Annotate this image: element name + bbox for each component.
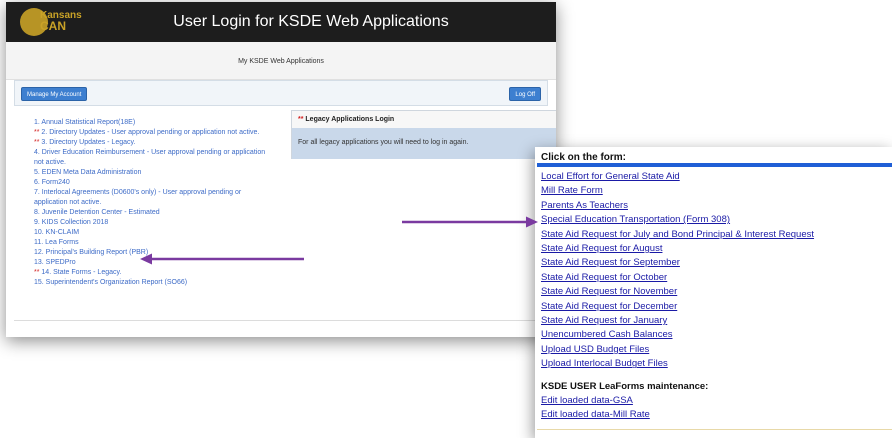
app-link[interactable]: 6. Form240 bbox=[34, 179, 70, 186]
form-link[interactable]: State Aid Request for September bbox=[541, 256, 892, 270]
app-link[interactable]: 7. Interlocal Agreements (D0600's only) … bbox=[34, 189, 241, 206]
app-link[interactable]: 9. KIDS Collection 2018 bbox=[34, 219, 108, 226]
app-link[interactable]: 12. Principal's Building Report (PBR) bbox=[34, 249, 148, 256]
form-link[interactable]: Unencumbered Cash Balances bbox=[541, 328, 892, 342]
maintenance-link-list: Edit loaded data-GSA Edit loaded data-Mil… bbox=[535, 394, 892, 423]
forms-heading: Click on the form: bbox=[541, 152, 627, 163]
ksde-login-window: Kansans CAN User Login for KSDE Web Appl… bbox=[6, 2, 556, 337]
app-list-item[interactable]: 4. Driver Education Reimbursement - User… bbox=[34, 148, 274, 168]
bottom-rule bbox=[537, 429, 892, 430]
forms-link-list: Local Effort for General State Aid Mill R… bbox=[535, 170, 892, 372]
form-link[interactable]: State Aid Request for January bbox=[541, 314, 892, 328]
app-link[interactable]: 2. Directory Updates - User approval pen… bbox=[41, 129, 259, 136]
app-link[interactable]: 14. State Forms - Legacy. bbox=[41, 269, 121, 276]
app-list-item[interactable]: 12. Principal's Building Report (PBR) bbox=[34, 248, 274, 258]
app-list-item[interactable]: 11. Lea Forms bbox=[34, 238, 274, 248]
account-action-bar: Manage My Account Log Off bbox=[14, 80, 548, 106]
form-link[interactable]: Upload Interlocal Budget Files bbox=[541, 357, 892, 371]
app-list-item[interactable]: 10. KN-CLAIM bbox=[34, 228, 274, 238]
app-list-item[interactable]: 8. Juvenile Detention Center - Estimated bbox=[34, 208, 274, 218]
app-link[interactable]: 1. Annual Statistical Report(18E) bbox=[34, 119, 135, 126]
legacy-login-panel: ** Legacy Applications Login For all leg… bbox=[291, 110, 556, 159]
log-off-button[interactable]: Log Off bbox=[509, 87, 541, 101]
form-link[interactable]: State Aid Request for December bbox=[541, 300, 892, 314]
app-link[interactable]: 8. Juvenile Detention Center - Estimated bbox=[34, 209, 160, 216]
app-link[interactable]: 15. Superintendent's Organization Report… bbox=[34, 279, 187, 286]
legacy-panel-body: For all legacy applications you will nee… bbox=[292, 128, 556, 159]
legacy-panel-title: Legacy Applications Login bbox=[305, 116, 395, 123]
app-list-item[interactable]: 13. SPEDPro bbox=[34, 258, 274, 268]
form-link[interactable]: Mill Rate Form bbox=[541, 184, 892, 198]
maintenance-heading: KSDE USER LeaForms maintenance: bbox=[541, 380, 709, 392]
app-list-item[interactable]: 7. Interlocal Agreements (D0600's only) … bbox=[34, 188, 274, 208]
manage-account-button[interactable]: Manage My Account bbox=[21, 87, 88, 101]
footer-divider bbox=[14, 320, 548, 321]
page-title: User Login for KSDE Web Applications bbox=[173, 13, 449, 30]
lea-forms-window: Click on the form: Local Effort for Gene… bbox=[535, 147, 892, 438]
header-bar: Kansans CAN User Login for KSDE Web Appl… bbox=[6, 2, 556, 42]
heading-rule bbox=[537, 163, 892, 167]
app-link[interactable]: 11. Lea Forms bbox=[34, 239, 79, 246]
app-link[interactable]: 10. KN-CLAIM bbox=[34, 229, 79, 236]
app-list-item[interactable]: 6. Form240 bbox=[34, 178, 274, 188]
app-link[interactable]: 5. EDEN Meta Data Administration bbox=[34, 169, 141, 176]
form-link[interactable]: Special Education Transportation (Form 3… bbox=[541, 213, 892, 227]
form-link[interactable]: Local Effort for General State Aid bbox=[541, 170, 892, 184]
form-link[interactable]: State Aid Request for July and Bond Prin… bbox=[541, 228, 892, 242]
maintenance-link[interactable]: Edit loaded data-Mill Rate bbox=[541, 408, 892, 422]
maintenance-link[interactable]: Edit loaded data-GSA bbox=[541, 394, 892, 408]
app-list-item[interactable]: 9. KIDS Collection 2018 bbox=[34, 218, 274, 228]
form-link[interactable]: State Aid Request for October bbox=[541, 271, 892, 285]
app-list-item[interactable]: 1. Annual Statistical Report(18E) bbox=[34, 118, 274, 128]
app-list-item[interactable]: ** 2. Directory Updates - User approval … bbox=[34, 128, 274, 138]
app-link[interactable]: 13. SPEDPro bbox=[34, 259, 76, 266]
app-link[interactable]: 3. Directory Updates - Legacy. bbox=[41, 139, 135, 146]
application-list: 1. Annual Statistical Report(18E) ** 2. D… bbox=[34, 118, 274, 288]
form-link[interactable]: State Aid Request for August bbox=[541, 242, 892, 256]
app-list-item[interactable]: 5. EDEN Meta Data Administration bbox=[34, 168, 274, 178]
legacy-panel-header: ** Legacy Applications Login bbox=[292, 111, 556, 128]
form-link[interactable]: State Aid Request for November bbox=[541, 285, 892, 299]
form-link[interactable]: Parents As Teachers bbox=[541, 199, 892, 213]
form-link[interactable]: Upload USD Budget Files bbox=[541, 343, 892, 357]
app-list-item[interactable]: ** 14. State Forms - Legacy. bbox=[34, 268, 274, 278]
app-list-item[interactable]: ** 3. Directory Updates - Legacy. bbox=[34, 138, 274, 148]
app-list-item[interactable]: 15. Superintendent's Organization Report… bbox=[34, 278, 274, 288]
page-subtitle: My KSDE Web Applications bbox=[6, 42, 556, 80]
app-link[interactable]: 4. Driver Education Reimbursement - User… bbox=[34, 149, 265, 166]
